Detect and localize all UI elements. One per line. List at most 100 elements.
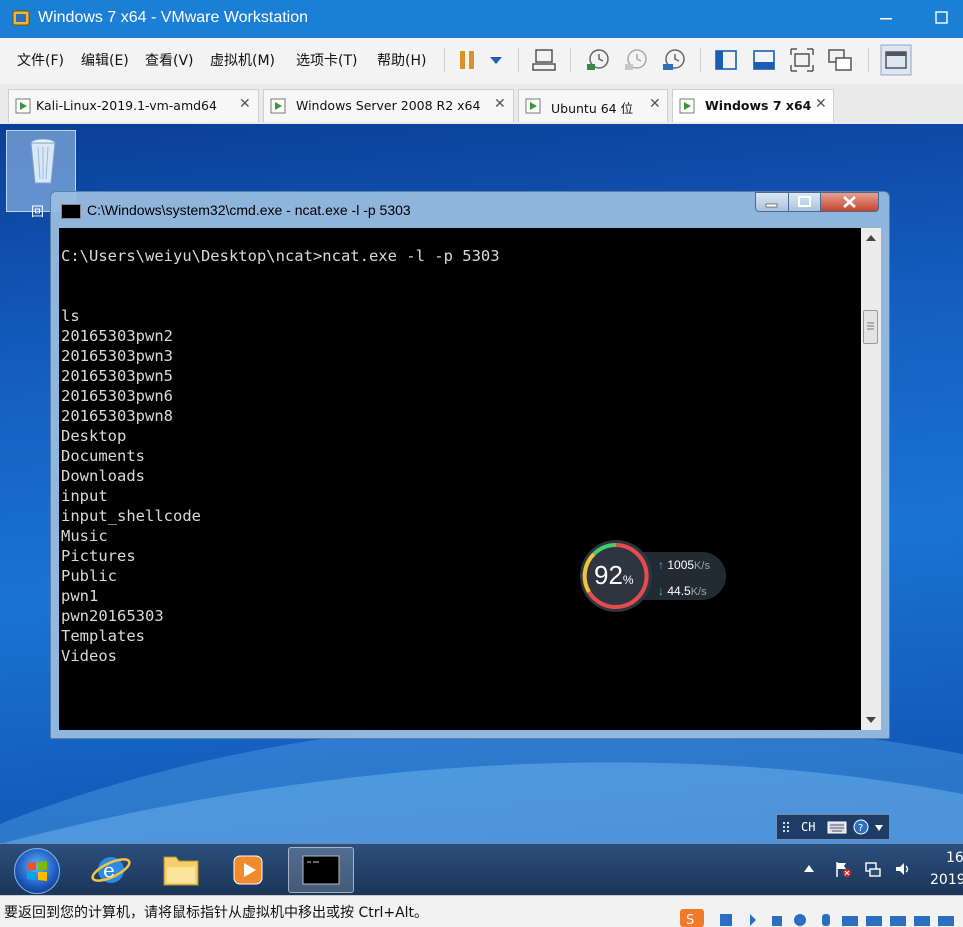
menu-file[interactable]: 文件(F) [17,50,64,70]
taskbar-explorer[interactable] [148,847,214,893]
download-speed: ↓ 44.5K/s [658,584,707,598]
volume-icon[interactable] [894,860,912,878]
windows-logo-icon [27,861,47,881]
console-line: C:\Users\weiyu\Desktop\ncat>ncat.exe -l … [61,247,500,265]
console-line: input_shellcode [61,507,201,525]
guest-desktop: 回 C:\Windows\system32\cmd.exe - ncat.exe… [0,124,963,843]
menu-edit[interactable]: 编辑(E) [81,50,129,70]
vm-play-icon [270,98,286,114]
console-line: Templates [61,627,145,645]
console-line: pwn1 [61,587,99,605]
close-icon[interactable]: ✕ [494,96,506,112]
cmd-maximize-button[interactable] [788,192,821,212]
menu-view[interactable]: 查看(V) [145,50,194,70]
keyboard-icon[interactable] [827,821,847,834]
action-center-icon[interactable] [834,860,852,878]
tab-label: Kali-Linux-2019.1-vm-amd64 [36,98,217,113]
media-player-icon [233,855,263,885]
send-ctrl-alt-del-icon[interactable] [530,46,558,74]
help-icon[interactable]: ? [853,819,869,835]
tab-windows-server-2008[interactable]: Windows Server 2008 R2 x64 ✕ [263,89,514,122]
toolbar-separator [444,48,445,72]
console-line: 20165303pwn8 [61,407,173,425]
recycle-bin-label: 回 [31,205,45,220]
clock-date[interactable]: 2019 [930,872,963,888]
usage-ring: 92% [580,540,652,612]
tab-label: Windows 7 x64 [705,98,812,113]
tab-windows-7-x64[interactable]: Windows 7 x64 ✕ [672,89,834,122]
console-line: Documents [61,447,145,465]
close-icon[interactable]: ✕ [815,96,827,112]
taskbar: e 16 2019 [0,843,963,896]
taskbar-ie[interactable]: e [78,847,144,893]
snapshot-revert-icon[interactable] [622,46,650,74]
toolbar-separator [700,48,701,72]
scroll-down-icon[interactable] [865,716,877,724]
cmd-close-button[interactable] [820,192,879,212]
maximize-button[interactable] [932,6,952,30]
clock-time[interactable]: 16 [946,850,963,866]
console-line: Music [61,527,108,545]
snapshot-take-icon[interactable] [584,46,612,74]
console-line: Public [61,567,117,585]
cmd-icon [302,855,340,885]
snapshot-manager-icon[interactable] [660,46,688,74]
tab-label: Windows Server 2008 R2 x64 [296,98,481,113]
network-speed-widget[interactable]: 92% ↑ 1005K/s ↓ 44.5K/s [580,540,728,612]
vm-tab-bar: Kali-Linux-2019.1-vm-amd64 ✕ Windows Ser… [0,84,963,125]
svg-text:S: S [686,913,694,927]
console-output[interactable]: C:\Users\weiyu\Desktop\ncat>ncat.exe -l … [59,228,861,730]
unity-icon[interactable] [826,46,854,74]
console-line: Downloads [61,467,145,485]
scroll-up-icon[interactable] [865,234,877,242]
scroll-thumb[interactable] [863,310,878,344]
menu-help[interactable]: 帮助(H) [377,50,426,70]
taskbar-media-player[interactable] [216,847,282,893]
console-view-icon[interactable] [750,46,778,74]
vmware-status-bar: 要返回到您的计算机，请将鼠标指针从虚拟机中移出或按 Ctrl+Alt。 S [0,895,963,927]
vm-play-icon [679,98,695,114]
download-arrow-icon: ↓ [658,584,664,598]
vm-play-icon [525,98,541,114]
vmware-title-bar: Windows 7 x64 - VMware Workstation [0,0,963,38]
console-line: Videos [61,647,117,665]
internet-explorer-icon: e [91,857,131,883]
console-line: Desktop [61,427,127,445]
tab-ubuntu-64[interactable]: Ubuntu 64 位 ✕ [518,89,668,122]
svg-text:?: ? [858,823,863,834]
thumbnail-icon[interactable] [880,44,912,76]
upload-speed: ↑ 1005K/s [658,558,710,572]
fullscreen-icon[interactable] [788,46,816,74]
tab-kali-linux[interactable]: Kali-Linux-2019.1-vm-amd64 ✕ [8,89,259,122]
menu-vm[interactable]: 虚拟机(M) [210,50,275,70]
show-hidden-icons-icon[interactable] [802,862,816,874]
close-icon[interactable]: ✕ [649,96,661,112]
usage-percent: 92% [594,560,634,590]
close-icon[interactable]: ✕ [239,96,251,112]
dropdown-icon[interactable] [482,46,510,74]
cmd-minimize-button[interactable] [755,192,789,212]
language-bar[interactable]: CH ? [776,814,890,840]
console-line: 20165303pwn2 [61,327,173,345]
menu-tabs[interactable]: 选项卡(T) [296,50,357,70]
console-scrollbar[interactable] [861,228,881,730]
console-line: 20165303pwn5 [61,367,173,385]
library-icon[interactable] [712,46,740,74]
taskbar-cmd[interactable] [288,847,354,893]
pause-icon[interactable] [454,46,482,74]
device-status-icons[interactable]: S [676,908,963,927]
menu-toolbar: 文件(F) 编辑(E) 查看(V) 虚拟机(M) 选项卡(T) 帮助(H) [0,38,963,84]
upload-arrow-icon: ↑ [658,558,664,572]
minimize-button[interactable] [876,6,896,30]
window-title: Windows 7 x64 - VMware Workstation [38,9,309,26]
recycle-bin-icon [30,138,56,184]
start-button[interactable] [14,848,60,894]
vm-play-icon [15,98,31,114]
console-line: 20165303pwn3 [61,347,173,365]
cmd-window: C:\Windows\system32\cmd.exe - ncat.exe -… [50,191,890,739]
vmware-icon [12,10,30,26]
console-line: pwn20165303 [61,607,164,625]
network-icon[interactable] [864,860,882,878]
toolbar-separator [868,48,869,72]
chevron-down-icon[interactable] [875,825,883,831]
